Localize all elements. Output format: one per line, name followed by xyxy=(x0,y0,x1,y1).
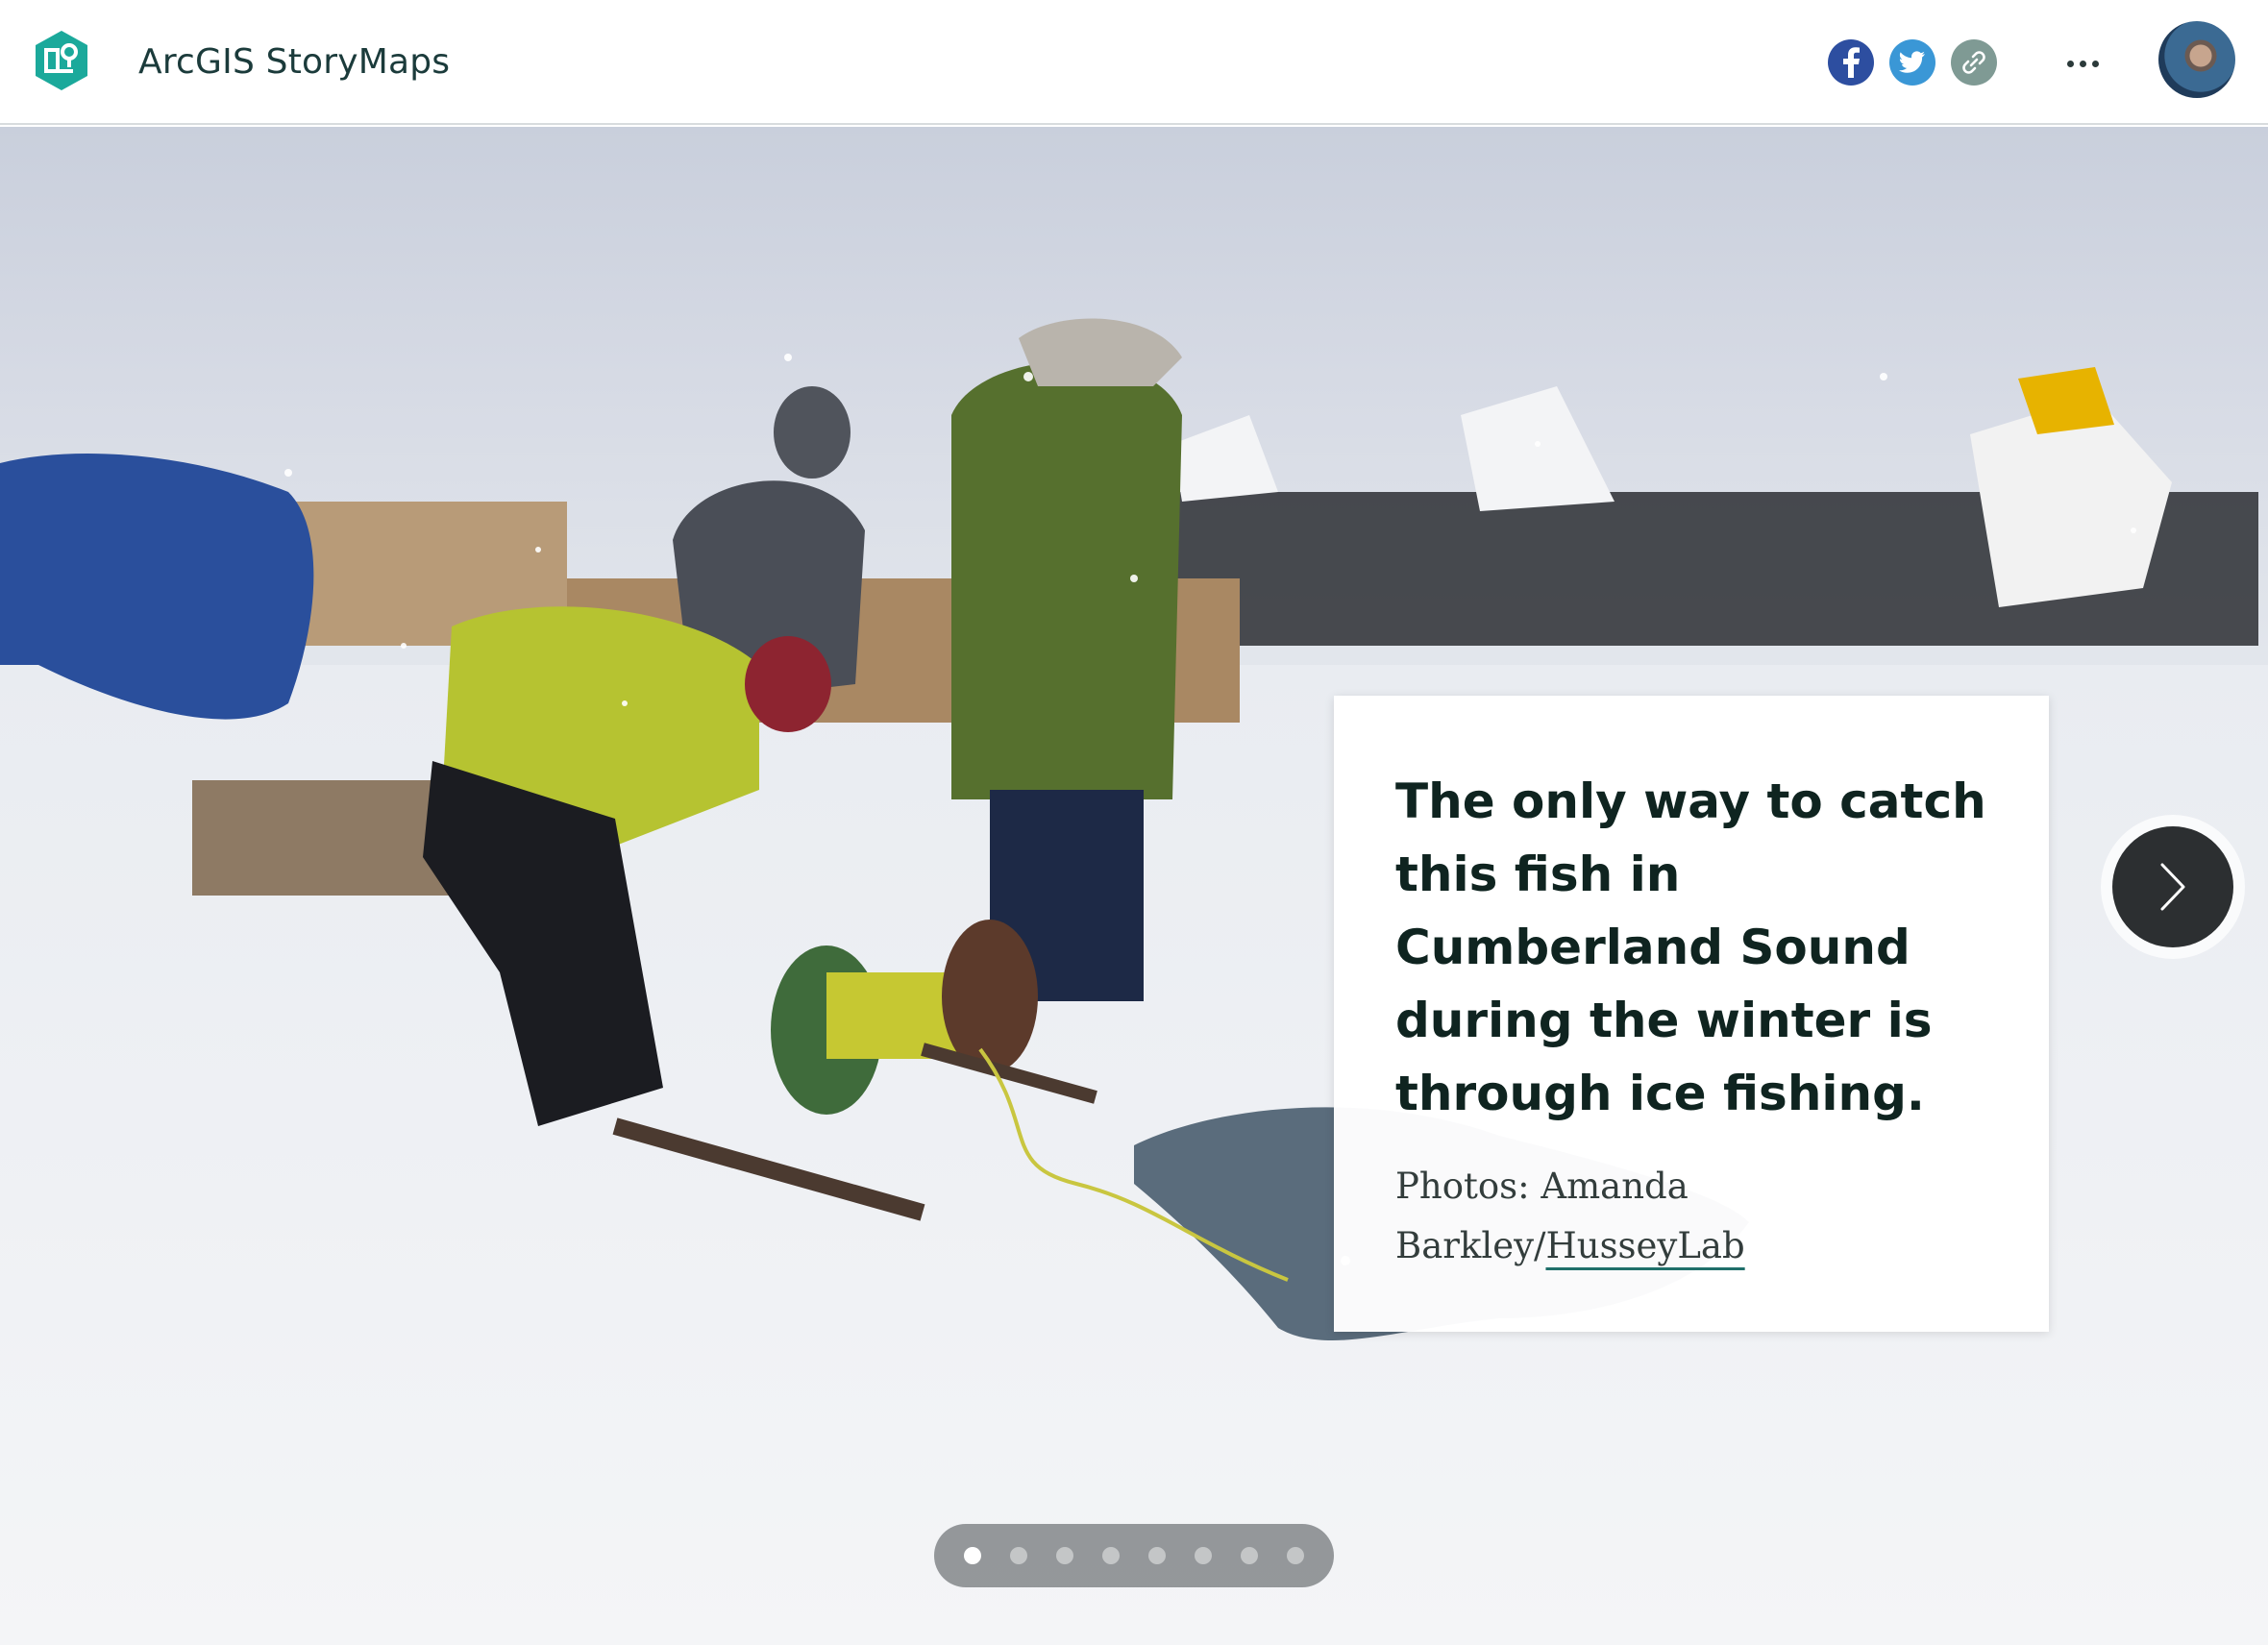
caption-card: The only way to catch this fish in Cumbe… xyxy=(1334,696,2049,1332)
app-title[interactable]: ArcGIS StoryMaps xyxy=(138,42,450,82)
user-avatar[interactable] xyxy=(2158,21,2235,98)
chevron-right-icon xyxy=(2160,863,2185,911)
pagination-dot[interactable] xyxy=(1010,1547,1027,1564)
photo-credit: Photos: Amanda Barkley/HusseyLab xyxy=(1395,1157,1987,1276)
twitter-share-button[interactable] xyxy=(1889,39,1935,86)
next-slide-button[interactable] xyxy=(2101,815,2245,959)
pagination-dot[interactable] xyxy=(1241,1547,1258,1564)
app-header: ArcGIS StoryMaps xyxy=(0,0,2268,125)
link-icon xyxy=(1962,51,1985,74)
pagination-dot[interactable] xyxy=(1102,1547,1120,1564)
pagination-dot[interactable] xyxy=(1056,1547,1073,1564)
copy-link-button[interactable] xyxy=(1951,39,1997,86)
husseylab-link[interactable]: HusseyLab xyxy=(1545,1225,1744,1266)
facebook-share-button[interactable] xyxy=(1828,39,1874,86)
storymap-viewer: ArcGIS StoryMaps The only way to catch t… xyxy=(0,0,2268,1645)
storymaps-logo-icon[interactable] xyxy=(33,29,90,92)
more-options-button[interactable] xyxy=(2060,42,2105,85)
pagination-dot[interactable] xyxy=(1148,1547,1166,1564)
more-options-icon xyxy=(2066,60,2074,67)
facebook-icon xyxy=(1843,47,1860,78)
ice-fishing-photo: The only way to catch this fish in Cumbe… xyxy=(0,127,2268,1645)
pagination-dot[interactable] xyxy=(1287,1547,1304,1564)
caption-heading: The only way to catch this fish in Cumbe… xyxy=(1395,773,1986,1121)
slide-pagination xyxy=(934,1524,1334,1587)
twitter-icon xyxy=(1899,51,1925,73)
pagination-dot[interactable] xyxy=(1195,1547,1212,1564)
pagination-dot[interactable] xyxy=(964,1547,981,1564)
